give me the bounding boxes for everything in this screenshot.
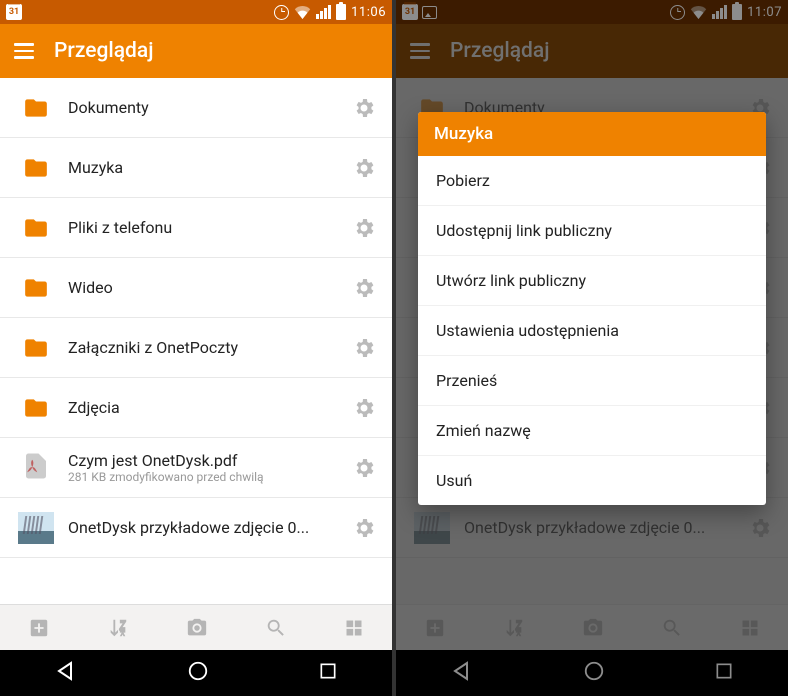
list-item[interactable]: Dokumenty [0,78,392,138]
pdf-icon [18,449,54,487]
list-item[interactable]: Wideo [0,258,392,318]
gear-icon[interactable] [348,512,380,544]
folder-icon [18,215,54,241]
item-name: OnetDysk przykładowe zdjęcie 0... [68,518,348,537]
item-name: Dokumenty [68,98,348,117]
calendar-icon: 31 [6,4,22,20]
list-item[interactable]: Muzyka [0,138,392,198]
list-item[interactable]: Załączniki z OnetPoczty [0,318,392,378]
status-bar: 31 11:06 [0,0,392,24]
alarm-icon [274,5,289,20]
home-button[interactable] [187,660,209,686]
back-button[interactable] [54,659,78,687]
android-nav-bar [0,650,392,696]
folder-icon [18,275,54,301]
folder-icon [18,95,54,121]
phone-left: 31 11:06 Przeglądaj Dokumenty Muzyka Pliki… [0,0,392,696]
list-item[interactable]: Czym jest OnetDysk.pdf281 KB zmodyfikowa… [0,438,392,498]
item-name: Wideo [68,278,348,297]
item-name: Zdjęcia [68,398,348,417]
folder-icon [18,395,54,421]
wifi-icon [294,5,311,19]
app-bar: Przeglądaj [0,24,392,78]
item-name: Czym jest OnetDysk.pdf [68,451,348,470]
page-title: Przeglądaj [54,39,153,63]
item-name: Pliki z telefonu [68,218,348,237]
add-button[interactable] [28,617,50,639]
dialog-title: Muzyka [418,112,766,156]
dialog-option[interactable]: Ustawienia udostępnienia [418,306,766,356]
folder-icon [18,335,54,361]
sort-az-button[interactable] [107,617,129,639]
gear-icon[interactable] [348,272,380,304]
grid-button[interactable] [344,618,364,638]
signal-icon [316,5,331,19]
gear-icon[interactable] [348,212,380,244]
phone-right: 31 11:07 Przeglądaj DokumentyMuzykaPliki… [396,0,788,696]
dialog-option[interactable]: Usuń [418,456,766,505]
camera-button[interactable] [185,617,209,639]
hamburger-icon[interactable] [14,43,34,59]
dialog-option[interactable]: Pobierz [418,156,766,206]
item-subtitle: 281 KB zmodyfikowano przed chwilą [68,470,348,484]
recent-button[interactable] [318,661,338,685]
context-menu-dialog: Muzyka PobierzUdostępnij link publicznyU… [418,112,766,505]
gear-icon[interactable] [348,392,380,424]
dialog-option[interactable]: Utwórz link publiczny [418,256,766,306]
dialog-option[interactable]: Udostępnij link publiczny [418,206,766,256]
item-name: Załączniki z OnetPoczty [68,338,348,357]
gear-icon[interactable] [348,92,380,124]
gear-icon[interactable] [348,452,380,484]
dialog-option[interactable]: Przenieś [418,356,766,406]
search-button[interactable] [265,617,287,639]
list-item[interactable]: OnetDysk przykładowe zdjęcie 0... [0,498,392,558]
image-icon [18,512,54,544]
gear-icon[interactable] [348,152,380,184]
list-item[interactable]: Pliki z telefonu [0,198,392,258]
gear-icon[interactable] [348,332,380,364]
item-name: Muzyka [68,158,348,177]
file-list[interactable]: Dokumenty Muzyka Pliki z telefonu Wideo Załą… [0,78,392,604]
folder-icon [18,155,54,181]
list-item[interactable]: Zdjęcia [0,378,392,438]
bottom-toolbar [0,604,392,650]
status-time: 11:06 [351,5,386,20]
battery-icon [336,4,346,20]
dialog-option[interactable]: Zmień nazwę [418,406,766,456]
